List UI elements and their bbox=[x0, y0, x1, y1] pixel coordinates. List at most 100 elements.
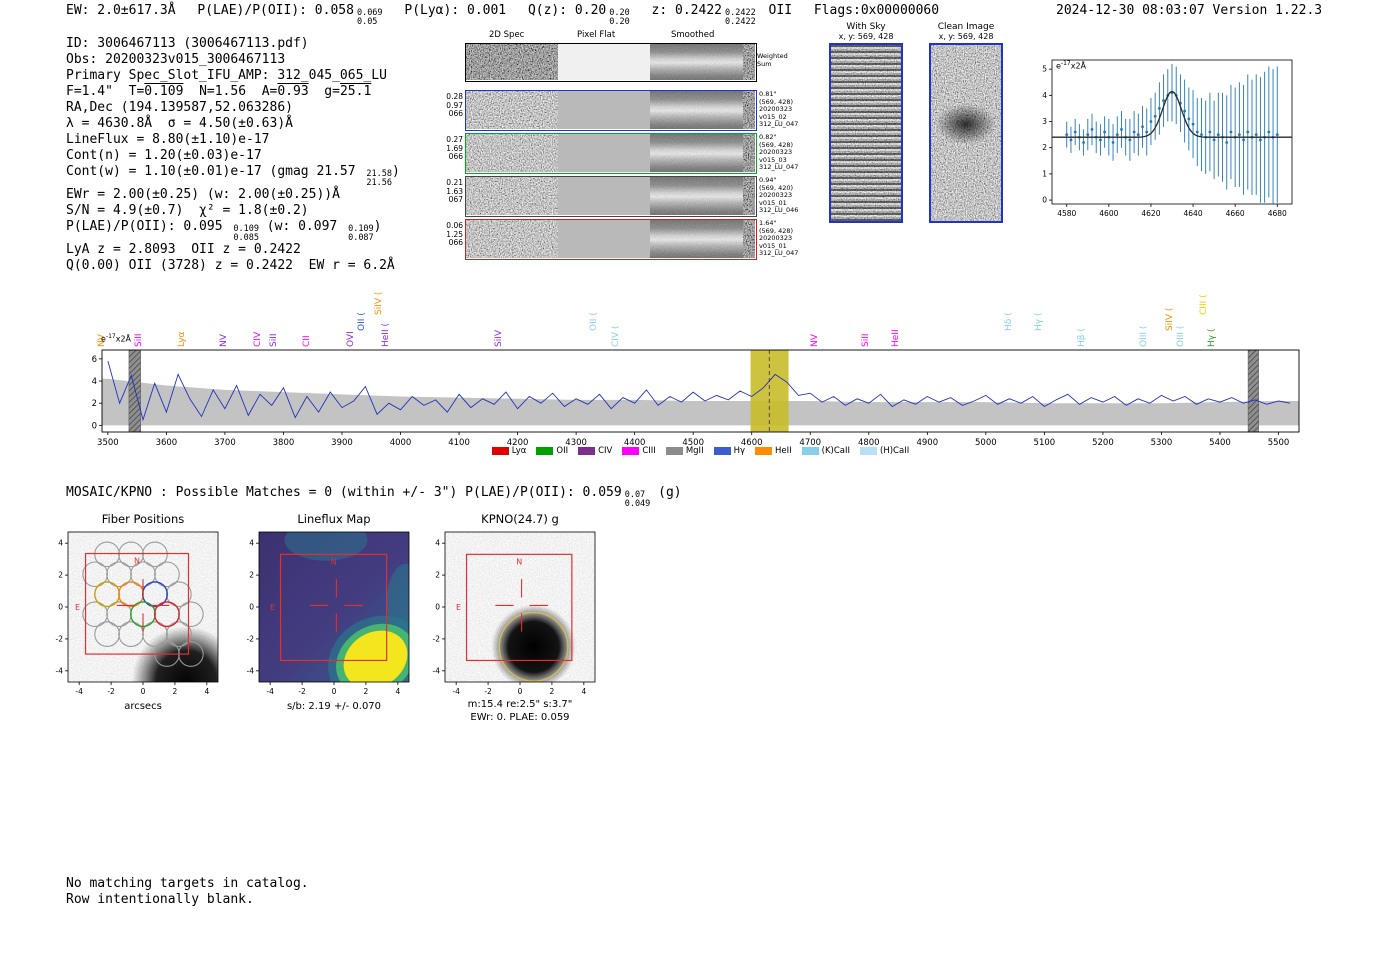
svg-text:-2: -2 bbox=[433, 634, 441, 643]
mosaic-lower: 0.049 bbox=[624, 498, 651, 509]
masked-region bbox=[1247, 349, 1259, 433]
info-a: 0.93 bbox=[277, 84, 309, 99]
full-spectrum-chart: 3500 3600 3700 3800 3900 4000 4100 4200 4300 4400… bbox=[92, 349, 1300, 448]
svg-text:-4: -4 bbox=[433, 666, 441, 675]
kpno-caption-1: m:15.4 re:2.5" s:3.7" bbox=[467, 699, 573, 710]
north-label: N bbox=[134, 557, 140, 566]
lineflux-content bbox=[259, 532, 409, 682]
kpno-title: KPNO(24.7) g bbox=[481, 512, 559, 526]
legend-item: OII bbox=[536, 446, 568, 456]
info-classification: Q(0.00) OII (3728) z = 0.2422 EW r = 6.2… bbox=[66, 258, 395, 273]
svg-text:0: 0 bbox=[58, 603, 63, 612]
noise-texture bbox=[743, 44, 755, 80]
legend-item: Hγ bbox=[713, 446, 745, 456]
svg-text:4600: 4600 bbox=[1099, 209, 1118, 218]
header-stats-line: EW: 2.0±617.3Å P(LAE)/P(OII): 0.058 0.069… bbox=[66, 3, 939, 26]
with-sky-coords: x, y: 569, 428 bbox=[838, 32, 894, 41]
info-g-label: g= bbox=[308, 84, 340, 99]
cutout-weighted-sum-strip bbox=[743, 177, 755, 215]
svg-text:4580: 4580 bbox=[1057, 209, 1076, 218]
svg-text:2: 2 bbox=[249, 571, 254, 580]
plae-w-text: (w: 0.097 bbox=[266, 219, 338, 234]
legend-swatch bbox=[491, 447, 509, 455]
svg-text:2: 2 bbox=[92, 399, 97, 409]
cutout-row bbox=[465, 176, 757, 217]
kpno-panel: N E -4 -4 -2 -2 0 0 2 2 4 4 bbox=[418, 525, 608, 700]
legend-label: CIII bbox=[642, 446, 656, 456]
cutout-right-label: 312_LU_047 bbox=[759, 120, 799, 129]
noise-texture bbox=[831, 45, 901, 221]
legend-swatch bbox=[622, 447, 640, 455]
2d-spectra-cutouts: Weighted Sum 2D Spec Pixel Flat Smoothed 0.… bbox=[443, 30, 803, 270]
info-throughput: 0.109 bbox=[144, 84, 184, 99]
source-blob bbox=[491, 604, 576, 682]
info-sn-chi2: S/N = 4.9(±0.7) χ² = 1.8(±0.2) bbox=[66, 203, 309, 218]
kpno-content bbox=[491, 604, 576, 682]
svg-text:2: 2 bbox=[1042, 143, 1047, 152]
z-lower: 0.2422 bbox=[725, 16, 756, 27]
svg-text:-2: -2 bbox=[484, 687, 492, 696]
info-cont-w-text: Cont(w) = 1.10(±0.01)e-17 (gmag 21.57 bbox=[66, 164, 356, 179]
cutout-smoothed bbox=[650, 177, 743, 215]
clean-image-coords: x, y: 569, 428 bbox=[938, 32, 994, 41]
fiber-circle-highlight bbox=[94, 581, 121, 608]
legend-label: (H)CaII bbox=[880, 446, 910, 456]
clean-image-title: Clean Image bbox=[937, 22, 995, 32]
svg-text:-2: -2 bbox=[56, 634, 64, 643]
legend-label: Hγ bbox=[733, 446, 745, 456]
cutout-weighted-sum-strip bbox=[743, 134, 755, 172]
cutout-col-header: Pixel Flat bbox=[577, 30, 616, 40]
main-units-exp: -17 bbox=[105, 333, 116, 340]
weighted-sum-line1: Weighted bbox=[757, 52, 788, 60]
lineflux-caption: s/b: 2.19 +/- 0.070 bbox=[286, 701, 382, 712]
cutout-pixel-flat bbox=[558, 177, 650, 215]
main-units-tail: x2Å bbox=[115, 334, 132, 344]
header-z-classification: OII bbox=[768, 3, 793, 18]
svg-text:4: 4 bbox=[58, 539, 63, 548]
fiber-positions-plot: N E -4 -4 -2 -2 0 0 2 2 4 4 bbox=[56, 531, 219, 696]
info-lineflux: LineFlux = 8.80(±1.10)e-17 bbox=[66, 132, 270, 147]
svg-text:4: 4 bbox=[92, 377, 97, 387]
cutout-pixel-flat bbox=[558, 44, 650, 80]
svg-text:0: 0 bbox=[249, 603, 254, 612]
plae-close: ) bbox=[373, 219, 382, 234]
kpno-plot: N E -4 -4 -2 -2 0 0 2 2 4 4 bbox=[433, 531, 596, 696]
info-primary-spec: Primary Spec_Slot_IFU_AMP: 312_045_065_L… bbox=[66, 68, 387, 83]
mosaic-match-line: MOSAIC/KPNO : Possible Matches = 0 (with… bbox=[66, 485, 682, 508]
cutout-row bbox=[465, 219, 757, 260]
noise-texture bbox=[466, 134, 558, 172]
noise-texture bbox=[466, 177, 558, 215]
cutout-weighted-sum-strip bbox=[743, 220, 755, 258]
info-redshifts: LyA z = 2.8093 OII z = 0.2422 bbox=[66, 242, 301, 257]
legend-swatch bbox=[713, 447, 731, 455]
legend-swatch bbox=[801, 447, 819, 455]
header-qz: Q(z): 0.20 bbox=[527, 3, 607, 18]
svg-text:-4: -4 bbox=[452, 687, 460, 696]
cutout-pixel-flat bbox=[558, 134, 650, 172]
legend-item: MgII bbox=[665, 446, 704, 456]
svg-text:6: 6 bbox=[92, 355, 97, 365]
fiber-circle bbox=[94, 621, 120, 647]
info-cont-w: Cont(w) = 1.10(±0.01)e-17 (gmag 21.57 21… bbox=[66, 164, 400, 187]
header-z: z: 0.2422 bbox=[651, 3, 722, 18]
legend-swatch bbox=[578, 447, 596, 455]
weighted-sum-label: Weighted Sum bbox=[757, 52, 788, 68]
kpno-caption-2: EWr: 0. PLAE: 0.059 bbox=[470, 712, 570, 723]
noise-texture bbox=[650, 91, 743, 129]
cutout-pixel-flat bbox=[558, 91, 650, 129]
svg-text:4660: 4660 bbox=[1226, 209, 1245, 218]
svg-text:-4: -4 bbox=[56, 666, 64, 675]
svg-text:5: 5 bbox=[1042, 65, 1047, 74]
legend-swatch bbox=[536, 447, 554, 455]
svg-text:4: 4 bbox=[249, 539, 254, 548]
legend-label: (K)CaII bbox=[821, 446, 851, 456]
svg-text:-2: -2 bbox=[107, 687, 115, 696]
svg-text:0: 0 bbox=[435, 603, 440, 612]
cutout-smoothed bbox=[650, 91, 743, 129]
noise-texture bbox=[743, 91, 755, 129]
clean-image-panel: Clean Image x, y: 569, 428 bbox=[929, 22, 1003, 223]
cutout-weighted-sum-strip bbox=[743, 44, 755, 80]
cutout-left-label: 066 bbox=[448, 152, 463, 161]
plae-uncertainty-3: 0.109 0.087 bbox=[348, 225, 374, 242]
cutout-2d-spec bbox=[466, 91, 558, 129]
